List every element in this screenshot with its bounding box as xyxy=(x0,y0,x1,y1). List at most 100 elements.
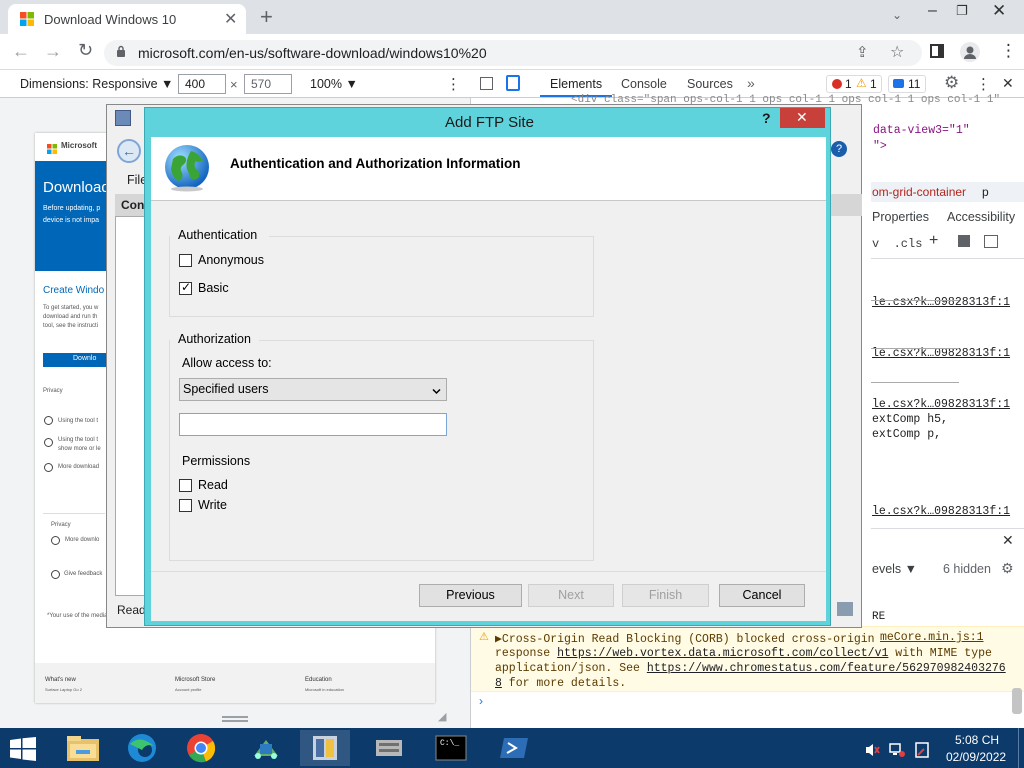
expand-plus-icon[interactable] xyxy=(44,438,53,447)
clock-time[interactable]: 5:08 CH xyxy=(955,733,999,747)
accordion-item[interactable]: Using the tool t xyxy=(58,437,98,443)
footer-link[interactable]: Microsoft in education xyxy=(305,687,344,692)
basic-checkbox-box[interactable]: ✓ xyxy=(179,280,192,295)
clock-date[interactable]: 02/09/2022 xyxy=(946,750,1006,764)
bookmark-star-icon[interactable]: ☆ xyxy=(890,42,904,62)
footer-link[interactable]: Surface Laptop Go 2 xyxy=(45,687,82,692)
tab-properties[interactable]: Properties xyxy=(872,210,929,224)
warning-url-link[interactable]: 8 xyxy=(495,677,502,690)
side-panel-icon[interactable] xyxy=(930,44,944,58)
console-settings-icon[interactable]: ⚙ xyxy=(1001,560,1014,577)
paint-bucket-icon[interactable] xyxy=(958,235,970,247)
share-icon[interactable]: ⇪ xyxy=(856,43,869,61)
anonymous-checkbox-box[interactable]: ✓ xyxy=(179,254,192,267)
accordion-item[interactable]: Using the tool t xyxy=(58,418,98,424)
allow-access-select[interactable]: Specified users xyxy=(179,378,447,401)
privacy-link-2[interactable]: Privacy xyxy=(51,522,71,528)
restore-icon[interactable]: ❐ xyxy=(956,3,968,19)
expand-plus-icon[interactable] xyxy=(51,536,60,545)
close-drawer-icon[interactable]: ✕ xyxy=(1002,532,1014,549)
next-button[interactable]: Next xyxy=(528,584,614,607)
dimensions-select[interactable]: Dimensions: Responsive ▼ xyxy=(20,77,173,91)
powershell-icon[interactable] xyxy=(490,730,540,766)
reload-icon[interactable]: ↻ xyxy=(78,40,93,61)
toggle-sidebar-icon[interactable] xyxy=(984,235,998,248)
console-scrollbar[interactable] xyxy=(1012,688,1022,714)
breadcrumb[interactable]: p xyxy=(982,185,989,199)
browser-tab[interactable]: Download Windows 10 ✕ xyxy=(8,4,246,34)
tab-elements[interactable]: Elements xyxy=(550,77,602,91)
help-button[interactable]: ? xyxy=(762,110,771,126)
inspect-element-icon[interactable] xyxy=(480,77,493,90)
chrome-browser-icon[interactable] xyxy=(176,730,226,766)
new-tab-icon[interactable]: + xyxy=(260,4,273,30)
css-source-link[interactable]: le.csx?k…09828313f:1 xyxy=(872,398,1010,411)
tab-console[interactable]: Console xyxy=(621,77,667,91)
show-desktop-button[interactable] xyxy=(1018,728,1024,768)
footer-link[interactable]: Account profile xyxy=(175,687,201,692)
server-manager-icon[interactable] xyxy=(364,730,414,766)
expand-plus-icon[interactable] xyxy=(44,463,53,472)
privacy-link[interactable]: Privacy xyxy=(43,388,63,394)
zoom-select[interactable]: 100% ▼ xyxy=(310,77,358,91)
messages-counter[interactable]: 11 xyxy=(888,75,926,93)
edge-browser-icon[interactable] xyxy=(117,730,167,766)
more-downloads[interactable]: More downlo xyxy=(65,537,99,543)
file-explorer-icon[interactable] xyxy=(58,730,108,766)
minimize-icon[interactable]: – xyxy=(928,2,937,20)
write-checkbox-box[interactable] xyxy=(179,499,192,512)
iis-manager-icon[interactable] xyxy=(300,730,350,766)
tab-accessibility[interactable]: Accessibility xyxy=(947,210,1015,224)
issues-counter[interactable]: 1 ⚠ 1 xyxy=(826,75,882,93)
warning-url-link[interactable]: https://web.vortex.data.microsoft.com/co… xyxy=(557,647,888,660)
back-nav-icon[interactable]: ← xyxy=(117,139,141,163)
users-input[interactable] xyxy=(179,413,447,436)
height-input[interactable]: 570 xyxy=(244,74,292,94)
expand-plus-icon[interactable] xyxy=(51,570,60,579)
address-bar[interactable]: microsoft.com/en-us/software-download/wi… xyxy=(104,40,922,66)
read-checkbox-box[interactable] xyxy=(179,479,192,492)
warning-source-link[interactable]: meCore.min.js:1 xyxy=(880,631,984,644)
device-toggle-icon[interactable] xyxy=(506,75,520,91)
devtools-more-icon[interactable]: ⋮ xyxy=(976,75,991,93)
breadcrumb[interactable]: om-grid-container xyxy=(872,185,966,199)
previous-button[interactable]: Previous xyxy=(419,584,522,607)
warning-url-link[interactable]: https://www.chromestatus.com/feature/562… xyxy=(647,662,1006,675)
styles-filter-toolbar[interactable]: v .cls xyxy=(872,237,922,251)
device-more-icon[interactable]: ⋮ xyxy=(446,75,461,93)
forward-icon[interactable]: → xyxy=(44,41,62,62)
close-devtools-icon[interactable]: ✕ xyxy=(1002,75,1014,92)
tab-sources[interactable]: Sources xyxy=(687,77,733,91)
width-input[interactable]: 400 xyxy=(178,74,226,94)
volume-muted-icon[interactable] xyxy=(864,742,880,758)
cancel-button[interactable]: Cancel xyxy=(719,584,805,607)
more-tabs-icon[interactable]: » xyxy=(747,75,755,91)
new-rule-icon[interactable]: + xyxy=(929,232,938,250)
give-feedback[interactable]: Give feedback xyxy=(64,571,102,577)
close-button[interactable]: ✕ xyxy=(780,108,825,128)
network-tool-icon[interactable] xyxy=(240,730,290,766)
close-tab-icon[interactable]: ✕ xyxy=(224,9,237,29)
settings-gear-icon[interactable]: ⚙ xyxy=(944,73,959,93)
expand-plus-icon[interactable] xyxy=(44,416,53,425)
back-icon[interactable]: ← xyxy=(12,41,30,62)
download-button[interactable]: Downlo xyxy=(43,353,113,367)
css-source-link[interactable]: le.csx?k…09828313f:1 xyxy=(872,505,1010,518)
command-prompt-icon[interactable]: C:\_ xyxy=(426,730,476,766)
profile-avatar-icon[interactable] xyxy=(960,42,980,62)
accordion-item[interactable]: More download xyxy=(58,464,99,470)
viewport-resize-handle[interactable] xyxy=(222,716,248,722)
corner-resize-handle-icon[interactable]: ◢ xyxy=(438,710,446,723)
css-source-link[interactable]: le.csx?k…09828313f:1 xyxy=(872,296,1010,309)
console-prompt-icon[interactable]: › xyxy=(479,694,483,708)
tab-search-icon[interactable]: ⌄ xyxy=(892,8,902,22)
console-levels-select[interactable]: evels ▼ xyxy=(872,562,917,576)
action-center-icon[interactable] xyxy=(914,742,930,758)
finish-button[interactable]: Finish xyxy=(622,584,709,607)
network-icon[interactable] xyxy=(889,742,905,758)
start-windows-icon[interactable] xyxy=(10,737,36,761)
close-window-icon[interactable]: ✕ xyxy=(992,1,1006,21)
warning-text[interactable]: ▶Cross-Origin Read Blocking (CORB) block… xyxy=(495,631,875,646)
menu-kebab-icon[interactable]: ⋮ xyxy=(1000,41,1017,61)
help-circle-icon[interactable]: ? xyxy=(831,141,847,157)
